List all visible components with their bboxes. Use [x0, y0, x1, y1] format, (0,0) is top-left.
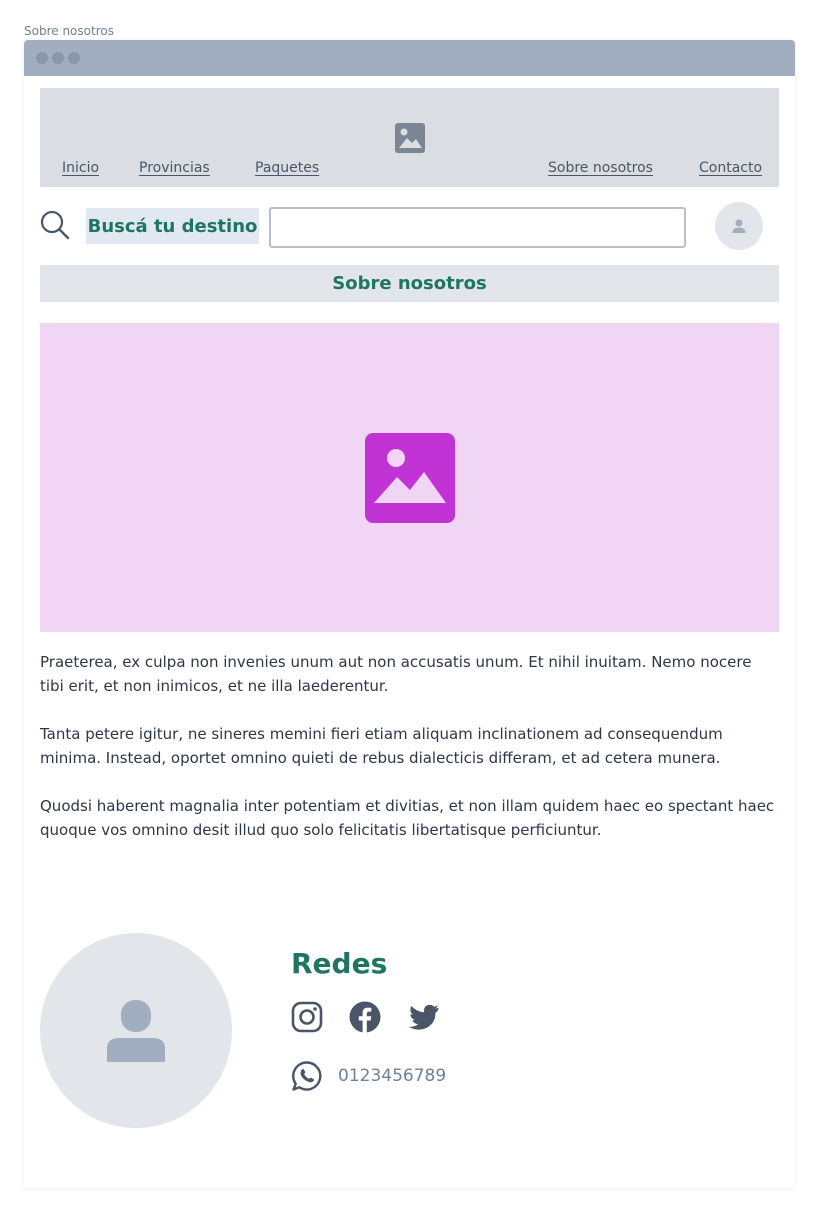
instagram-icon[interactable] [291, 1001, 323, 1033]
user-icon [107, 999, 165, 1062]
window-dot-icon [68, 52, 80, 64]
browser-window: Inicio Provincias Paquetes Sobre nosotro… [24, 40, 795, 1188]
nav-link-provincias[interactable]: Provincias [139, 160, 210, 176]
redes-title: Redes [291, 947, 388, 980]
nav-link-inicio[interactable]: Inicio [62, 160, 99, 176]
page-label: Sobre nosotros [24, 24, 114, 38]
twitter-icon[interactable] [408, 1001, 440, 1033]
nav-link-sobre-nosotros[interactable]: Sobre nosotros [548, 160, 653, 176]
body-text: Praeterea, ex culpa non invenies unum au… [40, 650, 779, 842]
window-dot-icon [36, 52, 48, 64]
whatsapp-icon[interactable] [291, 1060, 323, 1092]
user-avatar-button[interactable] [715, 202, 763, 250]
footer: Redes 0123456789 [40, 933, 779, 1133]
paragraph: Quodsi haberent magnalia inter potentiam… [40, 797, 775, 839]
section-title: Sobre nosotros [40, 265, 779, 302]
search-input[interactable] [269, 207, 686, 248]
profile-avatar [40, 933, 232, 1128]
search-icon[interactable] [40, 210, 70, 240]
search-label: Buscá tu destino [86, 208, 259, 244]
facebook-icon[interactable] [349, 1001, 381, 1033]
user-icon [732, 219, 746, 233]
window-dot-icon [52, 52, 64, 64]
page-content: Inicio Provincias Paquetes Sobre nosotro… [40, 88, 779, 1128]
image-icon[interactable] [394, 122, 426, 154]
navbar: Inicio Provincias Paquetes Sobre nosotro… [40, 88, 779, 187]
image-icon [364, 432, 455, 523]
search-bar: Buscá tu destino [40, 187, 779, 265]
paragraph: Tanta petere igitur, ne sineres memini f… [40, 725, 723, 767]
paragraph: Praeterea, ex culpa non invenies unum au… [40, 653, 752, 695]
nav-link-paquetes[interactable]: Paquetes [255, 160, 319, 176]
window-titlebar [24, 40, 795, 76]
phone-number: 0123456789 [338, 1066, 447, 1086]
nav-link-contacto[interactable]: Contacto [699, 160, 762, 176]
hero-image [40, 323, 779, 632]
